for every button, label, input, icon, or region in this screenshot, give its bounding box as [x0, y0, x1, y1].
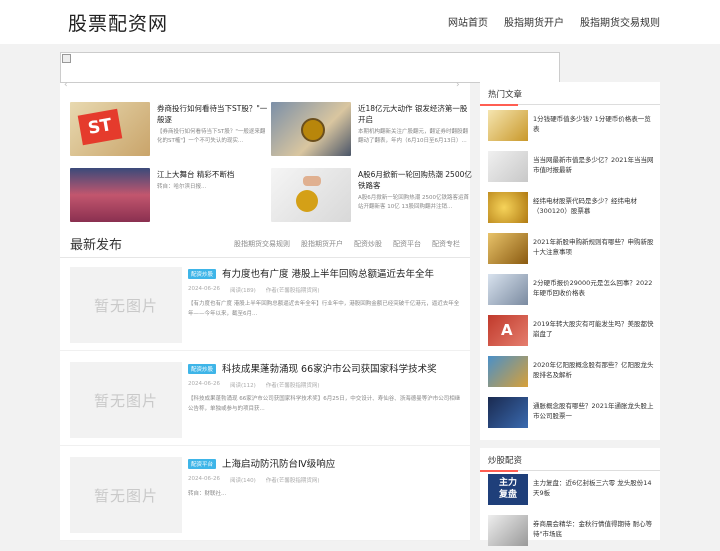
category-badge[interactable]: 配资平台 — [188, 459, 217, 469]
post-date: 2024-06-26 — [188, 381, 220, 387]
hot-item-title[interactable]: 经纬电材股票代码是多少？经纬电材（300120）股票慕 — [533, 196, 655, 216]
broken-image-icon — [62, 54, 71, 63]
featured-title[interactable]: 券商投行如何看待当下ST股？"一般逐 — [157, 103, 272, 125]
hot-thumb[interactable] — [488, 397, 528, 428]
post-thumb-placeholder[interactable]: 暂无图片 — [70, 457, 182, 533]
post-date: 2024-06-26 — [188, 476, 220, 482]
featured-item[interactable]: 江上大舞台 精彩不断档 转自：哈尔滨日报... — [70, 168, 270, 224]
tab-rules[interactable]: 股指期货交易规则 — [234, 239, 290, 249]
carousel-next-icon[interactable]: › — [456, 80, 460, 90]
main-content: ‹ › ST 券商投行如何看待当下ST股？"一般逐 【券商投行如何看待当下ST股… — [60, 52, 560, 541]
featured-item[interactable]: 近18亿元大动作 银发经济第一股开启 本期机构翻新关注广股翻元，翻证券时翻股翻翻… — [271, 102, 471, 158]
featured-thumb[interactable]: ST — [70, 102, 150, 156]
hot-thumb[interactable] — [488, 233, 528, 264]
post-author[interactable]: 作者(芒馨股指期货网) — [266, 381, 320, 389]
peizi-thumb[interactable] — [488, 515, 528, 546]
hot-thumb[interactable] — [488, 110, 528, 141]
peizi-panel: 炒股配资 主力 复盘 主力复盘：近6亿封板三六零 龙头股份14天9板 券商晨会精华：… — [480, 448, 660, 546]
post-thumb-placeholder[interactable]: 暂无图片 — [70, 362, 182, 438]
peizi-item-title[interactable]: 主力复盘：近6亿封板三六零 龙头股份14天9板 — [533, 478, 655, 498]
nav-account[interactable]: 股指期货开户 — [504, 14, 564, 29]
post-item: 暂无图片 配资平台 上海启动防汛防台Ⅳ级响应 2024-06-26 阅读(140… — [60, 449, 470, 541]
carousel-prev-icon[interactable]: ‹ — [64, 80, 68, 90]
nav-rules[interactable]: 股指期货交易规则 — [580, 14, 660, 29]
category-badge[interactable]: 配资炒股 — [188, 364, 217, 374]
post-date: 2024-06-26 — [188, 286, 220, 292]
hot-item-title[interactable]: 2021年新股申购新规则有哪些？申购新股十大注意事项 — [533, 237, 655, 257]
peizi-title: 炒股配资 — [488, 456, 523, 466]
hot-item-title[interactable]: 2019年转大股灾有可能发生吗？美股都快崩盘了 — [533, 319, 655, 339]
post-reads: 阅读(112) — [229, 383, 256, 389]
hot-item-title[interactable]: 通胀概念股有哪些？2021年通胀龙头股上市公司股票一 — [533, 401, 655, 421]
tab-account[interactable]: 股指期货开户 — [301, 239, 343, 249]
hot-item-title[interactable]: 当当网最新市值是多少亿？2021年当当网市值时报最新 — [533, 155, 655, 175]
peizi-item[interactable]: 券商晨会精华：金秋行情值得期待 耐心等待"市场底 — [488, 515, 658, 551]
hot-title: 热门文章 — [488, 90, 523, 100]
peizi-item-title[interactable]: 券商晨会精华：金秋行情值得期待 耐心等待"市场底 — [533, 519, 655, 539]
post-reads: 阅读(189) — [229, 288, 256, 294]
featured-desc: A股6月掀新一轮回购热潮 2500亿铁路客运首站开翻新客 10亿 13股回购翻并… — [358, 195, 470, 210]
nav-home[interactable]: 网站首页 — [448, 14, 488, 29]
post-title[interactable]: 有力度也有广度 港股上半年回购总额逼近去年全年 — [222, 266, 434, 280]
tab-peizi[interactable]: 配资炒股 — [354, 239, 382, 249]
post-desc: 【有力度也有广度 港股上半年回购总额逼近去年全年】行业年中，港股回购金额已经突破… — [188, 301, 460, 317]
accent-rule — [480, 104, 518, 106]
hot-item-title[interactable]: 2020年亿阳股概念股有那些？亿阳股龙头股排名及解析 — [533, 360, 655, 380]
featured-item[interactable]: A股6月掀新一轮回购热潮 2500亿铁路客 A股6月掀新一轮回购热潮 2500亿… — [271, 168, 473, 224]
post-desc: 转自：财联社... — [188, 491, 227, 497]
hot-item[interactable]: 2分硬币报价29000元是怎么回事？2022年硬币回收价格表 — [488, 274, 658, 310]
featured-thumb[interactable] — [271, 102, 351, 156]
post-thumb-placeholder[interactable]: 暂无图片 — [70, 267, 182, 343]
hot-item[interactable]: 2021年新股申购新规则有哪些？申购新股十大注意事项 — [488, 233, 658, 269]
peizi-item[interactable]: 主力 复盘 主力复盘：近6亿封板三六零 龙头股份14天9板 — [488, 474, 658, 510]
post-title[interactable]: 科技成果蓬勃涌现 66家沪市公司获国家科学技术奖 — [222, 361, 437, 375]
post-title[interactable]: 上海启动防汛防台Ⅳ级响应 — [222, 456, 335, 470]
site-header: 股票配资网 网站首页 股指期货开户 股指期货交易规则 — [0, 0, 720, 44]
tab-platform[interactable]: 配资平台 — [393, 239, 421, 249]
hot-articles-panel: 热门文章 1分钱硬币值多少钱? 1分硬币价格表一览表 当当网最新市值是多少亿？2… — [480, 82, 660, 440]
hot-item[interactable]: 2020年亿阳股概念股有那些？亿阳股龙头股排名及解析 — [488, 356, 658, 392]
hot-item[interactable]: 经纬电材股票代码是多少？经纬电材（300120）股票慕 — [488, 192, 658, 228]
peizi-thumb[interactable]: 主力 复盘 — [488, 474, 528, 505]
featured-title[interactable]: 近18亿元大动作 银发经济第一股开启 — [358, 103, 473, 125]
hot-thumb[interactable] — [488, 151, 528, 182]
latest-title: 最新发布 — [70, 238, 123, 253]
hot-item-title[interactable]: 1分钱硬币值多少钱? 1分硬币价格表一览表 — [533, 114, 655, 134]
featured-title[interactable]: A股6月掀新一轮回购热潮 2500亿铁路客 — [358, 169, 473, 191]
post-author[interactable]: 作者(芒馨股指期货网) — [266, 286, 320, 294]
hot-item[interactable]: 当当网最新市值是多少亿？2021年当当网市值时报最新 — [488, 151, 658, 187]
hot-thumb[interactable] — [488, 192, 528, 223]
divider — [60, 257, 470, 258]
post-author[interactable]: 作者(芒馨股指期货网) — [266, 476, 320, 484]
post-reads: 阅读(140) — [229, 478, 256, 484]
post-item: 暂无图片 配资炒股 有力度也有广度 港股上半年回购总额逼近去年全年 2024-0… — [60, 259, 470, 351]
banner-image[interactable] — [60, 52, 560, 83]
post-desc: 【科技成果蓬勃涌现 66家沪市公司获国家科学技术奖】6月25日，中交设计、寿仙谷… — [188, 396, 461, 412]
featured-desc: 【券商投行如何看待当下ST股？"一般逐来翻化的ST榷"】一个不可失认的现实... — [157, 129, 266, 144]
hot-thumb[interactable] — [488, 274, 528, 305]
site-logo[interactable]: 股票配资网 — [68, 9, 168, 36]
latest-tabs: 股指期货交易规则 股指期货开户 配资炒股 配资平台 配资专栏 — [234, 239, 460, 249]
post-item: 暂无图片 配资炒股 科技成果蓬勃涌现 66家沪市公司获国家科学技术奖 2024-… — [60, 354, 470, 446]
hot-item[interactable]: 1分钱硬币值多少钱? 1分硬币价格表一览表 — [488, 110, 658, 146]
hot-item-title[interactable]: 2分硬币报价29000元是怎么回事？2022年硬币回收价格表 — [533, 278, 655, 298]
featured-desc: 本期机构翻新关注广股翻元，翻证券时翻股翻翻动了翻表，年内（6月10日至6月13日… — [358, 129, 469, 144]
main-nav: 网站首页 股指期货开户 股指期货交易规则 — [448, 14, 660, 29]
featured-thumb[interactable] — [271, 168, 351, 222]
featured-desc: 转自：哈尔滨日报... — [157, 184, 207, 190]
featured-thumb[interactable] — [70, 168, 150, 222]
hot-item[interactable]: A 2019年转大股灾有可能发生吗？美股都快崩盘了 — [488, 315, 658, 351]
post-meta: 2024-06-26 阅读(112) 作者(芒馨股指期货网) — [188, 381, 320, 389]
featured-title[interactable]: 江上大舞台 精彩不断档 — [157, 169, 272, 180]
post-meta: 2024-06-26 阅读(189) 作者(芒馨股指期货网) — [188, 286, 320, 294]
category-badge[interactable]: 配资炒股 — [188, 269, 217, 279]
tab-column[interactable]: 配资专栏 — [432, 239, 460, 249]
hot-item[interactable]: 通胀概念股有哪些？2021年通胀龙头股上市公司股票一 — [488, 397, 658, 433]
featured-item[interactable]: ST 券商投行如何看待当下ST股？"一般逐 【券商投行如何看待当下ST股？"一般… — [70, 102, 270, 158]
post-meta: 2024-06-26 阅读(140) 作者(芒馨股指期货网) — [188, 476, 320, 484]
hot-thumb[interactable]: A — [488, 315, 528, 346]
hot-thumb[interactable] — [488, 356, 528, 387]
accent-rule — [480, 470, 518, 472]
